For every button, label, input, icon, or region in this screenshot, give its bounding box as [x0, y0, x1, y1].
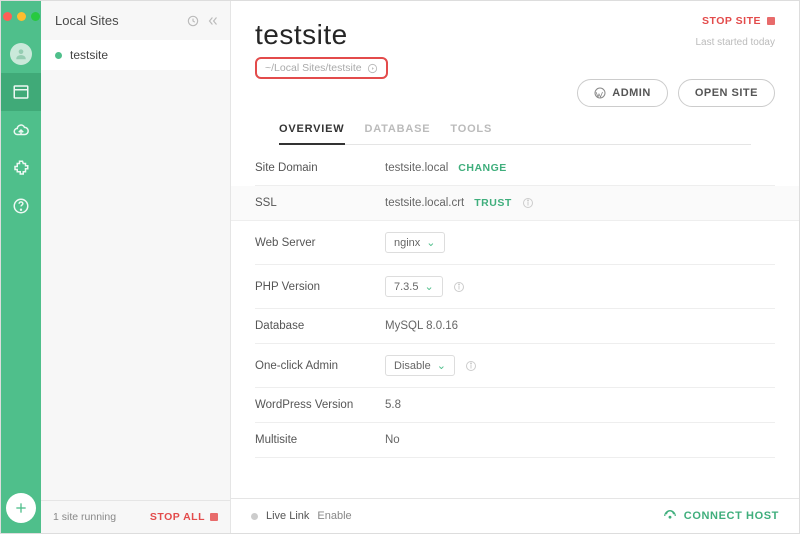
close-window-icon[interactable] [3, 12, 12, 21]
connect-host-label: CONNECT HOST [684, 510, 779, 522]
stop-all-label: STOP ALL [150, 511, 205, 523]
nav-rail [1, 1, 41, 533]
main-footer: Live Link Enable CONNECT HOST [231, 498, 799, 533]
sidebar-header: Local Sites [41, 1, 230, 40]
info-icon[interactable] [465, 360, 477, 372]
open-site-button-label: OPEN SITE [695, 87, 758, 99]
stop-icon [210, 513, 218, 521]
value-database: MySQL 8.0.16 [385, 320, 458, 332]
row-database: Database MySQL 8.0.16 [255, 309, 775, 344]
wordpress-icon [594, 87, 606, 99]
web-server-value: nginx [394, 237, 420, 249]
value-ssl: testsite.local.crt [385, 197, 464, 209]
status-dot-icon [55, 52, 62, 59]
status-dot-icon [251, 513, 258, 520]
sites-running-label: 1 site running [53, 511, 116, 523]
change-domain-button[interactable]: CHANGE [458, 162, 507, 174]
avatar-icon [10, 43, 32, 65]
info-icon[interactable] [453, 281, 465, 293]
row-multisite: Multisite No [255, 423, 775, 458]
info-icon[interactable] [522, 197, 534, 209]
nav-sites[interactable] [1, 73, 41, 111]
php-select[interactable]: 7.3.5 ⌄ [385, 276, 443, 297]
stop-all-button[interactable]: STOP ALL [150, 511, 218, 523]
label-database: Database [255, 320, 385, 332]
site-list: testsite [41, 40, 230, 500]
tabs: OVERVIEW DATABASE TOOLS [279, 115, 751, 145]
sidebar-title: Local Sites [55, 13, 180, 28]
value-multisite: No [385, 434, 400, 446]
row-php: PHP Version 7.3.5 ⌄ [255, 265, 775, 309]
one-click-select[interactable]: Disable ⌄ [385, 355, 455, 376]
trust-ssl-button[interactable]: TRUST [474, 197, 512, 209]
php-value: 7.3.5 [394, 281, 418, 293]
stop-site-label: STOP SITE [702, 15, 761, 27]
site-list-item-label: testsite [70, 48, 108, 62]
live-link[interactable]: Live Link Enable [251, 510, 352, 522]
tab-overview[interactable]: OVERVIEW [279, 115, 345, 145]
open-folder-icon [367, 63, 378, 74]
admin-button-label: ADMIN [612, 87, 651, 99]
chevron-down-icon: ⌄ [437, 359, 446, 372]
collapse-sidebar-icon[interactable] [206, 14, 220, 28]
stop-site-button[interactable]: STOP SITE [702, 15, 775, 27]
nav-help[interactable] [1, 187, 41, 225]
label-site-domain: Site Domain [255, 162, 385, 174]
nav-account[interactable] [1, 35, 41, 73]
sidebar: Local Sites testsite 1 site running STOP… [41, 1, 231, 533]
label-web-server: Web Server [255, 237, 385, 249]
label-ssl: SSL [255, 197, 385, 209]
chevron-down-icon: ⌄ [426, 236, 435, 249]
site-list-item[interactable]: testsite [41, 40, 230, 70]
tab-database[interactable]: DATABASE [365, 115, 431, 144]
stop-icon [767, 17, 775, 25]
web-server-select[interactable]: nginx ⌄ [385, 232, 445, 253]
row-web-server: Web Server nginx ⌄ [255, 221, 775, 265]
window-controls[interactable] [3, 9, 40, 35]
nav-cloud[interactable] [1, 111, 41, 149]
label-php: PHP Version [255, 281, 385, 293]
overview-table: Site Domain testsite.local CHANGE SSL te… [231, 151, 799, 458]
maximize-window-icon[interactable] [31, 12, 40, 21]
tab-tools[interactable]: TOOLS [450, 115, 492, 144]
admin-button[interactable]: ADMIN [577, 79, 668, 107]
value-site-domain: testsite.local [385, 162, 448, 174]
row-ssl: SSL testsite.local.crt TRUST [231, 186, 799, 221]
one-click-value: Disable [394, 360, 431, 372]
open-site-button[interactable]: OPEN SITE [678, 79, 775, 107]
live-link-enable[interactable]: Enable [317, 510, 351, 522]
minimize-window-icon[interactable] [17, 12, 26, 21]
label-one-click: One-click Admin [255, 360, 385, 372]
row-wp: WordPress Version 5.8 [255, 388, 775, 423]
site-actions: ADMIN OPEN SITE [577, 79, 775, 107]
site-path[interactable]: ~/Local Sites/testsite [255, 57, 388, 79]
add-site-button[interactable] [6, 493, 36, 523]
nav-addons[interactable] [1, 149, 41, 187]
sidebar-footer: 1 site running STOP ALL [41, 500, 230, 533]
connect-host-button[interactable]: CONNECT HOST [663, 509, 779, 523]
chevron-down-icon: ⌄ [424, 280, 433, 293]
label-wp: WordPress Version [255, 399, 385, 411]
row-one-click: One-click Admin Disable ⌄ [255, 344, 775, 388]
last-started-label: Last started today [696, 37, 776, 48]
main-header: STOP SITE Last started today testsite ~/… [231, 1, 799, 151]
live-link-label: Live Link [266, 510, 309, 522]
app-window: Local Sites testsite 1 site running STOP… [0, 0, 800, 534]
connect-icon [663, 509, 677, 523]
label-multisite: Multisite [255, 434, 385, 446]
main-panel: STOP SITE Last started today testsite ~/… [231, 1, 799, 533]
sort-icon[interactable] [186, 14, 200, 28]
value-wp: 5.8 [385, 399, 401, 411]
row-site-domain: Site Domain testsite.local CHANGE [255, 151, 775, 186]
site-path-text: ~/Local Sites/testsite [265, 62, 362, 74]
